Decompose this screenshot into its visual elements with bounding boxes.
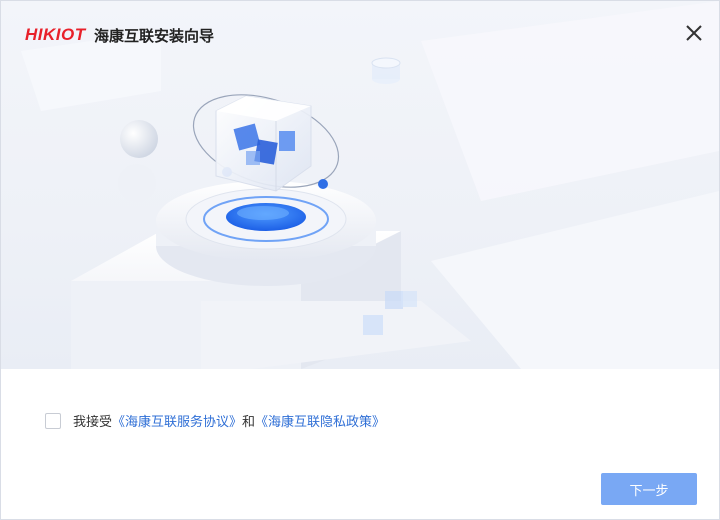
agreement-row: 我接受 《海康互联服务协议》 和 《海康互联隐私政策》 [45, 411, 385, 430]
close-button[interactable] [681, 20, 707, 46]
privacy-policy-link[interactable]: 《海康互联隐私政策》 [255, 411, 385, 430]
window-title: 海康互联安装向导 [94, 27, 215, 45]
next-button[interactable]: 下一步 [601, 473, 697, 505]
hikiot-logo: HIKIOT [25, 25, 86, 45]
logo-text-iot: IOT [55, 25, 86, 44]
service-agreement-link[interactable]: 《海康互联服务协议》 [112, 411, 242, 430]
agreement-prefix: 我接受 [73, 415, 113, 430]
installer-window: HIKIOT 海康互联安装向导 我接受 《海康互联服务协议》 和 《海康互联隐私… [0, 0, 720, 520]
agreement-conjunction: 和 [242, 415, 256, 430]
title-bar: HIKIOT 海康互联安装向导 [1, 1, 719, 65]
logo-text-hik: HIK [25, 25, 56, 44]
close-icon [686, 25, 702, 41]
agree-checkbox[interactable] [45, 412, 61, 429]
